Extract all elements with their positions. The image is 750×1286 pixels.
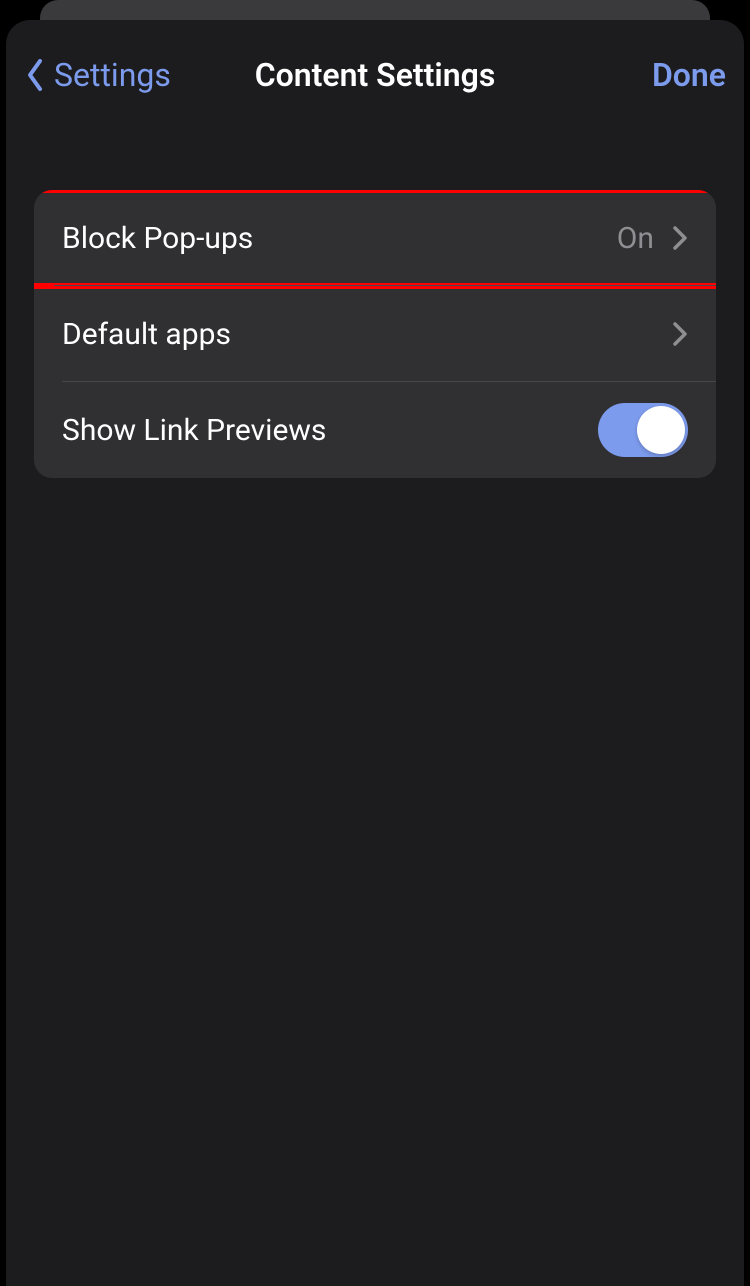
settings-group: Block Pop-ups On Default apps: [34, 190, 716, 478]
chevron-left-icon: [24, 57, 46, 93]
row-trailing: On: [617, 221, 688, 256]
default-apps-label: Default apps: [62, 317, 231, 352]
link-previews-label: Show Link Previews: [62, 413, 326, 448]
content-area: Block Pop-ups On Default apps: [6, 130, 744, 478]
chevron-right-icon: [672, 321, 688, 347]
block-popups-label: Block Pop-ups: [62, 221, 253, 256]
link-previews-toggle[interactable]: [598, 403, 688, 457]
link-previews-row: Show Link Previews: [34, 382, 716, 478]
row-trailing: [672, 321, 688, 347]
navigation-bar: Settings Content Settings Done: [6, 20, 744, 130]
default-apps-row[interactable]: Default apps: [34, 286, 716, 382]
page-title: Content Settings: [255, 56, 496, 94]
block-popups-row[interactable]: Block Pop-ups On: [34, 190, 716, 286]
chevron-right-icon: [672, 225, 688, 251]
back-label: Settings: [54, 56, 171, 94]
back-button[interactable]: Settings: [24, 56, 171, 94]
block-popups-value: On: [617, 221, 654, 256]
done-button[interactable]: Done: [652, 56, 726, 94]
settings-sheet: Settings Content Settings Done Block Pop…: [6, 20, 744, 1286]
toggle-knob: [637, 406, 685, 454]
